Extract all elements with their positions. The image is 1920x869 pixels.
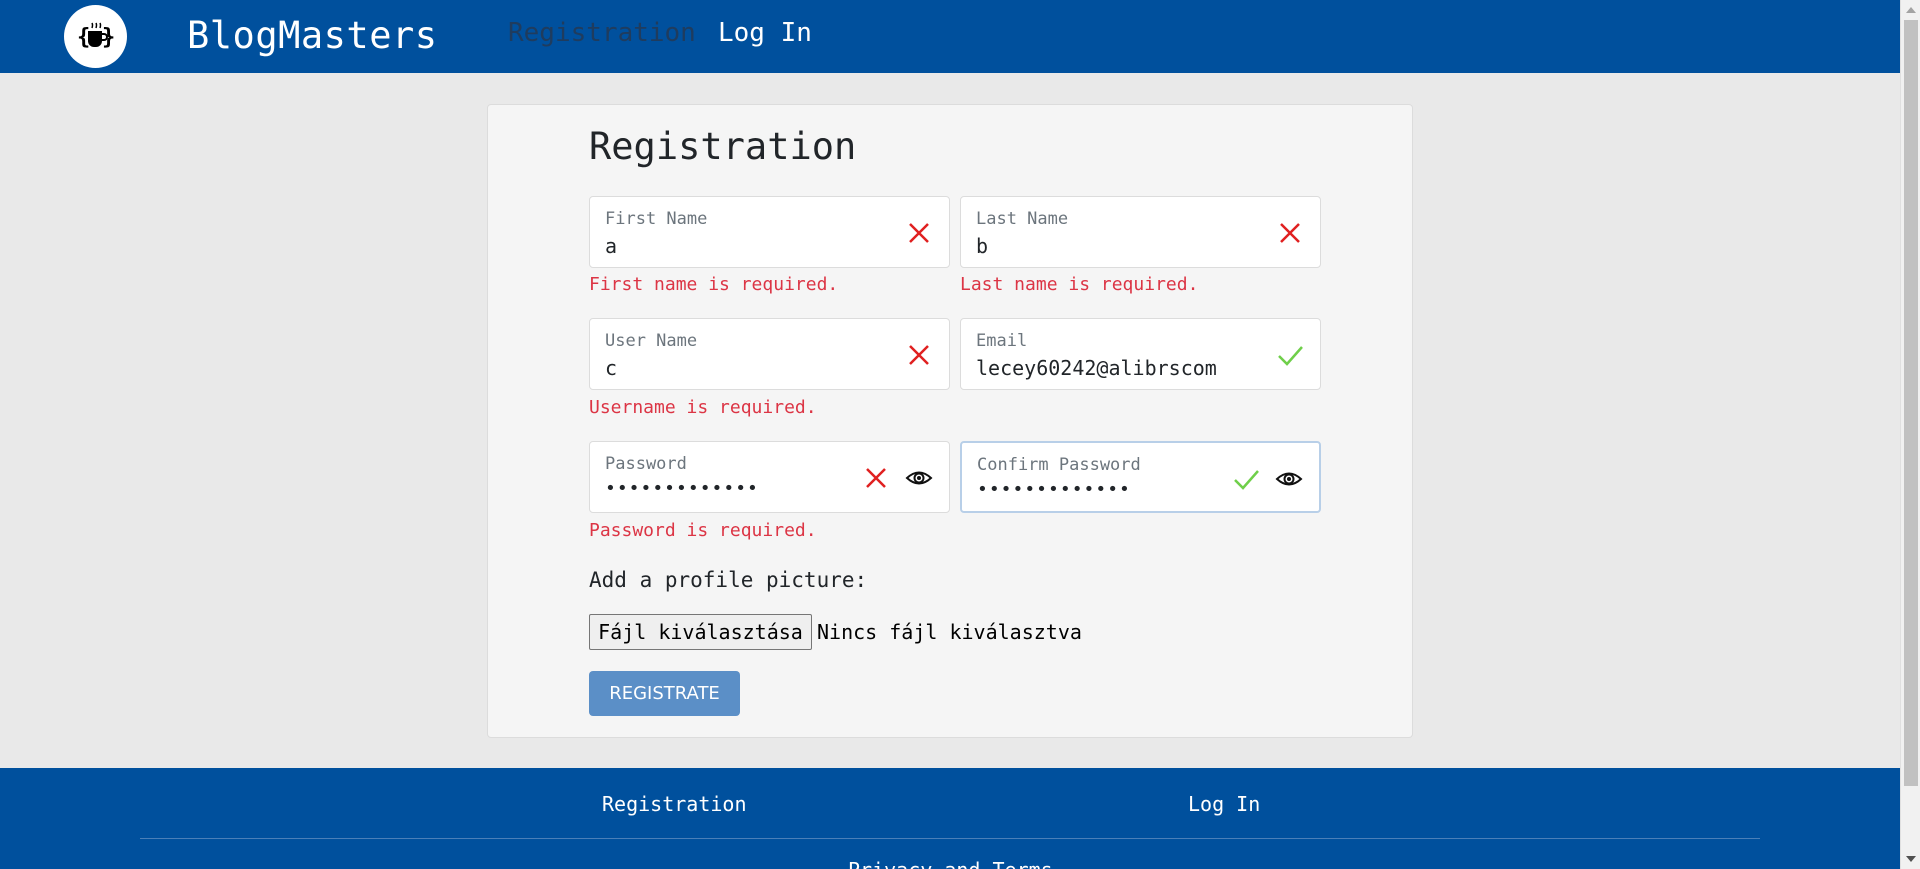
password-value: ••••••••••••• — [605, 478, 759, 499]
invalid-x-icon — [1280, 223, 1300, 243]
scroll-up-arrow-icon[interactable] — [1906, 7, 1916, 13]
email-field[interactable]: Email lecey60242@alibrscom — [960, 318, 1321, 390]
svg-text:}: } — [102, 25, 115, 50]
first-name-error: First name is required. — [589, 274, 839, 295]
footer-divider — [140, 838, 1760, 839]
scroll-down-arrow-icon[interactable] — [1906, 856, 1916, 862]
invalid-x-icon — [909, 345, 929, 365]
invalid-x-icon — [866, 468, 886, 488]
user-name-value: c — [605, 356, 618, 380]
file-status-text: Nincs fájl kiválasztva — [817, 620, 1082, 644]
first-name-label: First Name — [605, 209, 708, 229]
first-name-field[interactable]: First Name a — [589, 196, 950, 268]
user-name-field[interactable]: User Name c — [589, 318, 950, 390]
first-name-value: a — [605, 234, 618, 258]
valid-check-icon — [1278, 346, 1303, 366]
password-label: Password — [605, 454, 687, 474]
page-scrollbar[interactable] — [1900, 0, 1920, 869]
email-value: lecey60242@alibrscom — [976, 356, 1217, 380]
show-password-eye-icon[interactable] — [905, 464, 933, 492]
last-name-field[interactable]: Last Name b — [960, 196, 1321, 268]
choose-file-button[interactable]: Fájl kiválasztása — [589, 614, 812, 650]
last-name-error: Last name is required. — [960, 274, 1199, 295]
nav-link-registration[interactable]: Registration — [508, 18, 696, 48]
footer: Registration Log In Privacy and Terms — [0, 768, 1900, 869]
invalid-x-icon — [909, 223, 929, 243]
logo[interactable]: { } — [64, 5, 127, 68]
user-name-label: User Name — [605, 331, 698, 351]
footer-link-login[interactable]: Log In — [1188, 792, 1260, 816]
footer-link-registration[interactable]: Registration — [602, 792, 747, 816]
user-name-error: Username is required. — [589, 397, 817, 418]
confirm-password-label: Confirm Password — [977, 455, 1141, 475]
page-title: Registration — [589, 125, 857, 168]
coffee-cup-braces-icon: { } — [77, 22, 115, 50]
footer-privacy-link[interactable]: Privacy and Terms — [848, 858, 1053, 869]
profile-picture-label: Add a profile picture: — [589, 568, 868, 592]
scrollbar-thumb[interactable] — [1904, 20, 1918, 786]
last-name-label: Last Name — [976, 209, 1069, 229]
last-name-value: b — [976, 234, 989, 258]
top-navbar: { } BlogMasters Registration Log In — [0, 0, 1900, 73]
password-field[interactable]: Password ••••••••••••• — [589, 441, 950, 513]
confirm-password-field[interactable]: Confirm Password ••••••••••••• — [960, 441, 1321, 513]
registrate-button[interactable]: REGISTRATE — [589, 671, 740, 716]
brand-name[interactable]: BlogMasters — [187, 14, 438, 57]
confirm-password-value: ••••••••••••• — [977, 479, 1131, 500]
valid-check-icon — [1234, 470, 1259, 490]
email-label: Email — [976, 331, 1028, 351]
nav-link-login[interactable]: Log In — [718, 18, 812, 48]
password-error: Password is required. — [589, 520, 817, 541]
show-password-eye-icon[interactable] — [1275, 465, 1303, 493]
